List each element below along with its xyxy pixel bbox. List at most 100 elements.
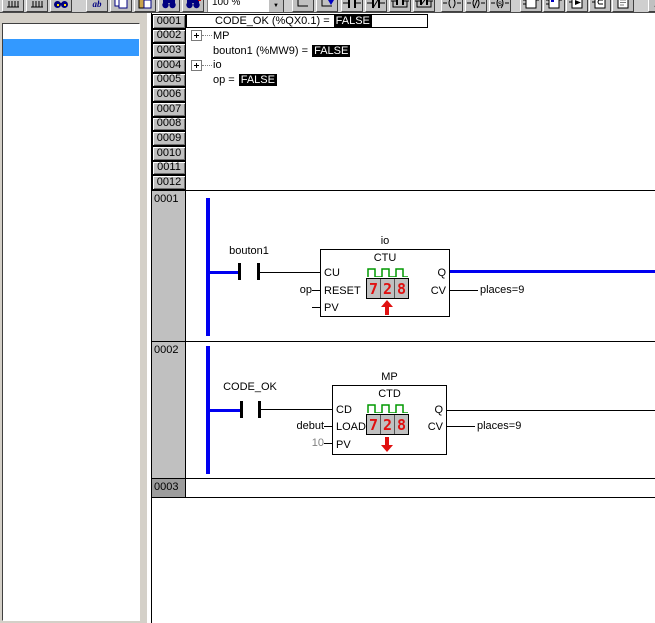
watch-row: 0004 io (152, 58, 655, 73)
insert-jump-button[interactable] (566, 0, 588, 12)
contact-label[interactable]: bouton1 (216, 245, 282, 257)
tree-expander[interactable] (191, 60, 202, 71)
wire (447, 426, 475, 427)
tree-connector (202, 35, 212, 36)
return-icon (592, 0, 608, 9)
insert-return-button[interactable] (589, 0, 611, 12)
watch-line-number[interactable]: 0007 (152, 102, 186, 117)
contact-negated-icon (367, 0, 385, 9)
wire (324, 426, 332, 427)
comment-icon (615, 0, 631, 9)
contact-label[interactable]: CODE_OK (212, 381, 288, 393)
wire-powered (208, 271, 238, 274)
rung-number-selected[interactable]: 0003 (152, 479, 186, 497)
binoculars-icon (185, 0, 201, 9)
watch-line-number[interactable]: 0001 (152, 14, 186, 29)
watch-line-number[interactable]: 0003 (152, 43, 186, 58)
section-divider (151, 478, 655, 479)
contact-icon (343, 0, 361, 9)
watch-row: 0008 (152, 117, 655, 132)
watch-line-number[interactable]: 0008 (152, 117, 186, 132)
monitoring-glasses-button[interactable] (50, 0, 72, 12)
insert-network-button[interactable] (292, 0, 314, 12)
copy-icon (114, 0, 128, 9)
selection-arrow-button[interactable] (648, 0, 655, 12)
find-next-button[interactable] (158, 0, 180, 12)
jump-icon (569, 0, 585, 9)
watch-line-number[interactable]: 0006 (152, 87, 186, 102)
pin-cu: CU (324, 267, 340, 279)
expression-text: op = (213, 74, 235, 86)
watch-line-number[interactable]: 0011 (152, 161, 186, 176)
tree-item-label[interactable]: MP (213, 30, 230, 42)
watch-expression-row[interactable]: op = FALSE (186, 74, 277, 86)
copy-button[interactable] (110, 0, 132, 12)
list-item-selected[interactable] (3, 39, 139, 56)
block-instance-label[interactable]: io (320, 235, 450, 247)
insert-contact-negated-button[interactable] (365, 0, 387, 12)
watch-row: 0012 (152, 175, 655, 190)
value-badge[interactable]: FALSE (239, 74, 277, 86)
insert-contact-button[interactable] (341, 0, 363, 12)
tree-connector (202, 65, 212, 66)
contact-parallel-icon (391, 0, 409, 9)
contact-bar[interactable] (238, 263, 241, 280)
watch-expression-row[interactable]: CODE_OK (%QX0.1) = FALSE (186, 14, 428, 28)
insert-network-below-button[interactable] (316, 0, 338, 12)
ctu-block[interactable]: CTU CU RESET PV Q CV 7 2 8 (320, 249, 450, 317)
watch-row: 0006 (152, 87, 655, 102)
find-text-icon: ab (93, 0, 102, 9)
watch-line-number[interactable]: 0010 (152, 146, 186, 161)
watch-line-number[interactable]: 0004 (152, 58, 186, 73)
operand-op[interactable]: op (270, 284, 312, 296)
rung-number[interactable]: 0001 (152, 191, 186, 341)
paste-button[interactable] (134, 0, 156, 12)
wire (447, 410, 655, 411)
tree-expander[interactable] (191, 30, 202, 41)
pin-q: Q (437, 267, 446, 279)
watch-row: 0010 (152, 146, 655, 161)
insert-contact-parallel-negated-button[interactable] (413, 0, 435, 12)
operand-pv-constant[interactable]: 10 (280, 437, 324, 449)
insert-function-block-en-button[interactable] (543, 0, 565, 12)
pin-cd: CD (336, 404, 352, 416)
operand-debut[interactable]: debut (268, 420, 324, 432)
paste-icon (138, 0, 152, 9)
ctd-block[interactable]: CTD CD LOAD PV Q CV 7 2 8 (332, 385, 447, 455)
new-network-button[interactable] (2, 0, 24, 12)
binoculars-icon (161, 0, 177, 9)
zoom-dropdown-button[interactable]: ▼ (268, 0, 284, 13)
watch-expression-row[interactable]: bouton1 (%MW9) = FALSE (186, 45, 350, 57)
tree-item-label[interactable]: io (213, 59, 222, 71)
block-instance-label[interactable]: MP (332, 371, 447, 383)
list-item[interactable] (3, 24, 139, 39)
insert-comment-button[interactable] (612, 0, 634, 12)
coil-set-icon: s (491, 0, 509, 9)
pin-q: Q (434, 404, 443, 416)
insert-contact-parallel-button[interactable] (389, 0, 411, 12)
insert-coil-set-button[interactable]: s (489, 0, 511, 12)
find-text-button[interactable]: ab (86, 0, 108, 12)
contact-bar[interactable] (240, 401, 243, 418)
insert-function-block-button[interactable] (520, 0, 542, 12)
value-badge[interactable]: FALSE (334, 15, 372, 27)
cv-operand-places[interactable]: places=9 (480, 284, 524, 296)
zoom-select[interactable]: 100 % (207, 0, 268, 13)
watch-line-number[interactable]: 0009 (152, 131, 186, 146)
value-badge[interactable]: FALSE (312, 45, 350, 57)
function-block-icon (523, 0, 539, 9)
insert-coil-negated-button[interactable] (465, 0, 487, 12)
watch-line-number[interactable]: 0012 (152, 175, 186, 190)
rung-number[interactable]: 0002 (152, 342, 186, 478)
find-previous-button[interactable] (182, 0, 204, 12)
watch-line-number[interactable]: 0002 (152, 29, 186, 44)
watch-line-number[interactable]: 0005 (152, 73, 186, 88)
cv-operand-places[interactable]: places=9 (477, 420, 521, 432)
insert-coil-button[interactable] (441, 0, 463, 12)
pin-reset: RESET (324, 285, 361, 297)
watch-row: 0002 MP (152, 29, 655, 44)
function-block-en-icon (546, 0, 562, 9)
new-network-after-button[interactable] (26, 0, 48, 12)
declaration-list[interactable] (2, 23, 140, 621)
wire (260, 272, 320, 273)
